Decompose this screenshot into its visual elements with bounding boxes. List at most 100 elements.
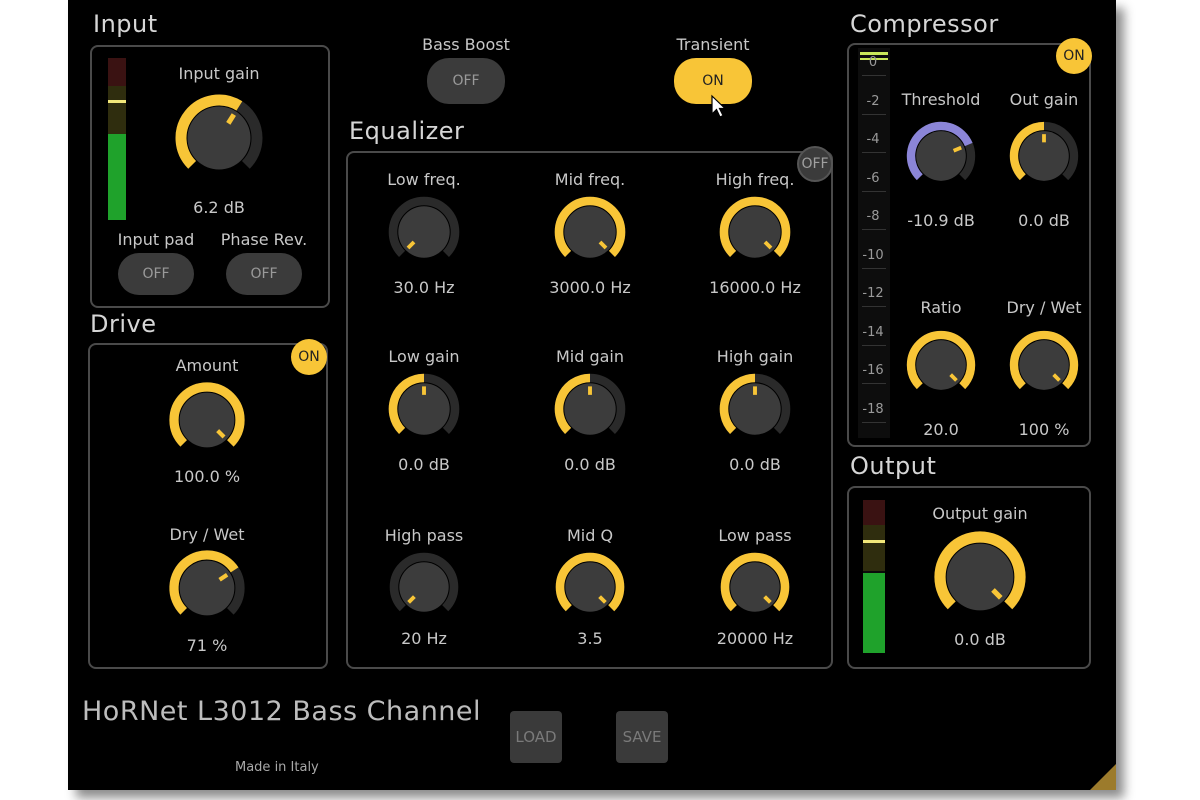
compressor-section-title: Compressor	[850, 10, 999, 38]
eq-knob-value: 0.0 dB	[729, 455, 781, 474]
meter-tick-line	[862, 344, 886, 346]
drive-amount-label: Amount	[175, 356, 239, 375]
eq-knob-value: 30.0 Hz	[393, 278, 455, 297]
eq-knob[interactable]	[385, 548, 463, 626]
drive-drywet-label: Dry / Wet	[169, 525, 245, 544]
load-button[interactable]: LOAD	[510, 711, 562, 763]
drive-amount-knob[interactable]	[165, 378, 249, 462]
knob-body	[916, 340, 966, 390]
meter-tick-line	[862, 75, 886, 76]
phase-rev-toggle[interactable]: OFF	[226, 253, 302, 295]
drive-section-title: Drive	[90, 310, 157, 338]
equalizer-section-title: Equalizer	[349, 117, 465, 145]
knob-body	[179, 560, 235, 616]
knob-body	[564, 206, 616, 258]
meter-tick-line	[862, 152, 886, 153]
eq-knob[interactable]	[716, 370, 794, 448]
mouse-cursor-icon	[711, 94, 727, 118]
output-section-title: Output	[850, 452, 937, 480]
knob-body	[729, 206, 781, 258]
comp-drywet-label: Dry / Wet	[1006, 298, 1082, 317]
meter-tick-label: -6	[866, 170, 880, 186]
eq-knob[interactable]	[385, 193, 463, 271]
knob-body	[179, 392, 235, 448]
eq-knob-label: Mid freq.	[554, 170, 626, 189]
eq-knob-label: Low pass	[718, 526, 792, 545]
out-gain-value: 0.0 dB	[1018, 211, 1070, 230]
meter-tick-line	[862, 113, 886, 115]
knob-body	[398, 206, 450, 258]
meter-tick-line	[862, 267, 886, 269]
eq-knob[interactable]	[385, 370, 463, 448]
output-gain-value: 0.0 dB	[954, 630, 1006, 649]
meter-tick-label: -14	[862, 324, 884, 340]
knob-body	[187, 106, 251, 170]
eq-knob-value: 0.0 dB	[398, 455, 450, 474]
eq-knob-label: Mid Q	[566, 526, 614, 545]
threshold-knob[interactable]	[903, 118, 979, 194]
input-meter-peak	[108, 100, 126, 103]
knob-body	[399, 562, 449, 612]
eq-knob-value: 0.0 dB	[564, 455, 616, 474]
out-gain-label: Out gain	[1009, 90, 1079, 109]
threshold-label: Threshold	[901, 90, 981, 109]
compressor-power-toggle[interactable]: ON	[1056, 38, 1092, 74]
knob-body	[946, 543, 1014, 611]
phase-rev-label: Phase Rev.	[220, 230, 308, 249]
eq-knob-label: High gain	[716, 347, 794, 366]
resize-handle-icon[interactable]	[1090, 764, 1116, 790]
drive-drywet-knob[interactable]	[165, 546, 249, 630]
output-gain-label: Output gain	[932, 504, 1028, 523]
save-button[interactable]: SAVE	[616, 711, 668, 763]
meter-tick-line	[862, 383, 886, 384]
meter-tick-label: -18	[862, 401, 884, 417]
meter-tick-label: -4	[866, 132, 880, 147]
eq-knob[interactable]	[551, 193, 629, 271]
eq-knob-value: 20000 Hz	[716, 629, 794, 648]
input-meter-fill	[108, 134, 126, 220]
drive-amount-value: 100.0 %	[173, 467, 241, 486]
made-in-label: Made in Italy	[235, 760, 319, 775]
eq-knob-label: Low gain	[388, 347, 460, 366]
input-pad-label: Input pad	[117, 230, 195, 249]
meter-tick-label: -10	[862, 247, 884, 263]
input-section-title: Input	[93, 10, 158, 38]
comp-drywet-knob[interactable]	[1006, 327, 1082, 403]
input-gain-knob[interactable]	[169, 88, 269, 188]
eq-knob[interactable]	[716, 193, 794, 271]
knob-body	[730, 562, 780, 612]
eq-knob-label: Mid gain	[555, 347, 625, 366]
drive-power-toggle[interactable]: ON	[291, 339, 327, 375]
eq-knob[interactable]	[716, 548, 794, 626]
transient-label: Transient	[676, 35, 750, 54]
meter-tick-label: -16	[862, 363, 884, 378]
eq-knob[interactable]	[551, 548, 629, 626]
eq-knob-value: 16000.0 Hz	[709, 278, 801, 297]
output-gain-knob[interactable]	[929, 526, 1031, 628]
eq-knob-value: 3.5	[577, 629, 603, 648]
output-meter-fill	[863, 573, 885, 653]
eq-knob-label: High pass	[384, 526, 464, 545]
eq-knob-label: High freq.	[715, 170, 795, 189]
meter-tick-label: 0	[868, 55, 878, 70]
out-gain-knob[interactable]	[1006, 118, 1082, 194]
input-pad-toggle[interactable]: OFF	[118, 253, 194, 295]
knob-body	[916, 131, 966, 181]
eq-knob-value: 3000.0 Hz	[549, 278, 631, 297]
product-name: HoRNet L3012 Bass Channel	[82, 696, 482, 727]
input-gain-label: Input gain	[178, 64, 260, 83]
knob-body	[565, 562, 615, 612]
ratio-label: Ratio	[920, 298, 962, 317]
output-meter-peak	[863, 540, 885, 543]
meter-tick-line	[862, 190, 886, 192]
plugin-window: Input Input gain 6.2 dB Input pad OFF Ph…	[68, 0, 1116, 790]
drive-drywet-value: 71 %	[186, 636, 228, 655]
bass-boost-toggle[interactable]: OFF	[427, 58, 505, 104]
input-gain-value: 6.2 dB	[193, 198, 245, 217]
output-level-meter	[863, 500, 885, 653]
comp-drywet-value: 100 %	[1018, 420, 1070, 439]
ratio-knob[interactable]	[903, 327, 979, 403]
eq-knob-value: 20 Hz	[401, 629, 447, 648]
input-level-meter	[108, 58, 126, 220]
eq-knob[interactable]	[551, 370, 629, 448]
